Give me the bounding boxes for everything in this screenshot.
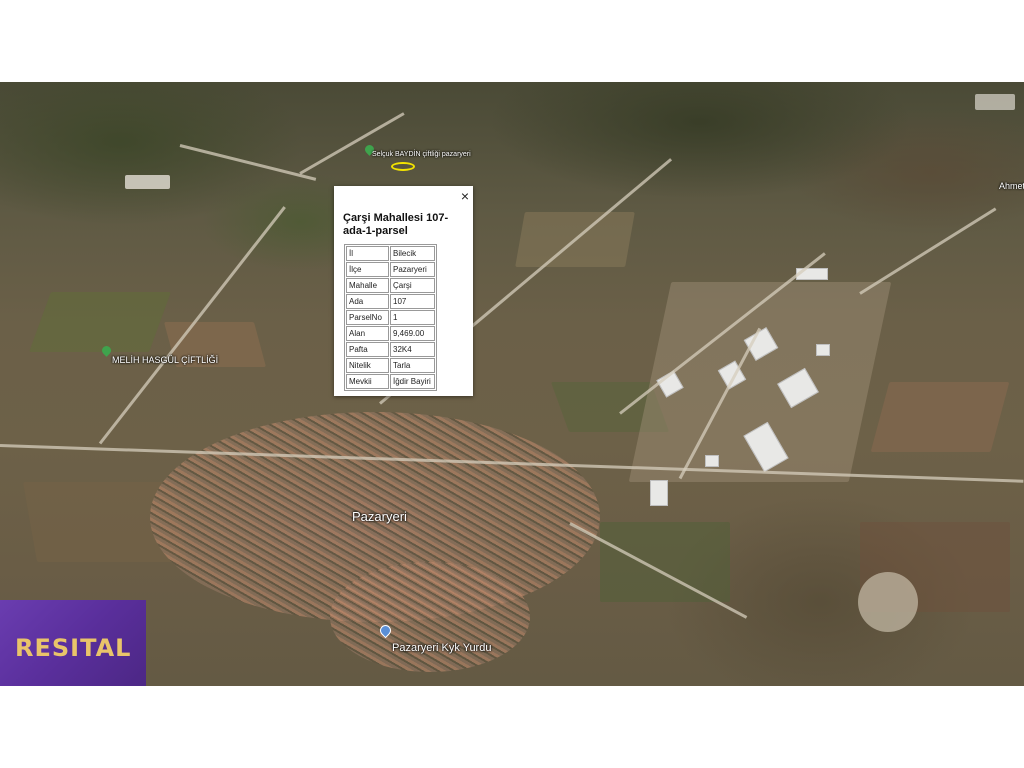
quarry-patch xyxy=(858,572,918,632)
road xyxy=(859,207,997,295)
parcel-outline[interactable] xyxy=(391,162,415,171)
road xyxy=(299,112,405,175)
row-key: Mevkii xyxy=(346,374,389,389)
dorm-label: Pazaryeri Kyk Yurdu xyxy=(392,642,492,654)
row-key: Mahalle xyxy=(346,278,389,293)
row-key: Nitelik xyxy=(346,358,389,373)
table-row: Nitelik Tarla xyxy=(346,358,435,373)
table-row: Mahalle Çarşi xyxy=(346,278,435,293)
table-row: Alan 9,469.00 xyxy=(346,326,435,341)
row-key: ParselNo xyxy=(346,310,389,325)
field-patch xyxy=(870,382,1010,452)
logo-text: RESITAL xyxy=(15,634,132,662)
parcel-info-popup: × Çarşi Mahallesi 107-ada-1-parsel İl Bil… xyxy=(334,186,473,396)
row-value: 107 xyxy=(390,294,435,309)
row-key: Alan xyxy=(346,326,389,341)
farm-label: MELİH HASGÜL ÇİFTLİĞİ xyxy=(112,355,219,365)
field-patch xyxy=(29,292,171,352)
row-value: Tarla xyxy=(390,358,435,373)
quarry-patch xyxy=(125,175,170,189)
table-row: Mevkii İğdir Bayiri xyxy=(346,374,435,389)
right-edge-label: Ahmet xyxy=(999,181,1024,191)
road xyxy=(179,144,317,181)
table-row: Pafta 32K4 xyxy=(346,342,435,357)
popup-title: Çarşi Mahallesi 107-ada-1-parsel xyxy=(343,212,449,237)
row-key: Ada xyxy=(346,294,389,309)
town-area xyxy=(330,562,530,672)
table-row: İl Bilecik xyxy=(346,246,435,261)
factory-building xyxy=(705,455,719,467)
row-value: 1 xyxy=(390,310,435,325)
row-key: İlçe xyxy=(346,262,389,277)
table-row: İlçe Pazaryeri xyxy=(346,262,435,277)
parcel-info-table: İl Bilecik İlçe Pazaryeri Mahalle Çarşi Ada 107… xyxy=(344,244,437,391)
row-value: Bilecik xyxy=(390,246,435,261)
row-value: Pazaryeri xyxy=(390,262,435,277)
table-row: Ada 107 xyxy=(346,294,435,309)
field-patch xyxy=(600,522,730,602)
close-icon[interactable]: × xyxy=(461,188,469,204)
satellite-map[interactable]: Selçuk BAYDİN çiftliği pazaryeri Ahmet M… xyxy=(0,82,1024,686)
farm-top-label: Selçuk BAYDİN çiftliği pazaryeri xyxy=(372,151,471,158)
factory-building xyxy=(650,480,668,506)
factory-building xyxy=(816,344,830,356)
quarry-patch xyxy=(975,94,1015,110)
row-key: İl xyxy=(346,246,389,261)
row-key: Pafta xyxy=(346,342,389,357)
row-value: İğdir Bayiri xyxy=(390,374,435,389)
town-label: Pazaryeri xyxy=(352,509,407,524)
row-value: 9,469.00 xyxy=(390,326,435,341)
row-value: 32K4 xyxy=(390,342,435,357)
row-value: Çarşi xyxy=(390,278,435,293)
resital-logo: RESITAL xyxy=(0,600,146,686)
table-row: ParselNo 1 xyxy=(346,310,435,325)
